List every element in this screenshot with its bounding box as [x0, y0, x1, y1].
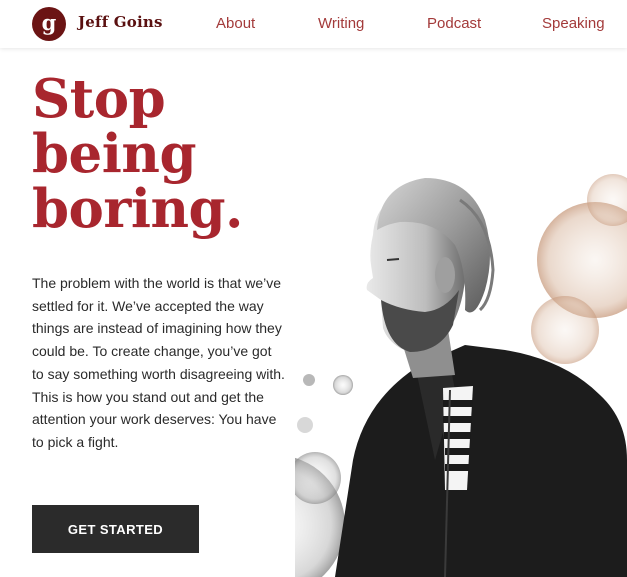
headline-line-2: being: [32, 123, 197, 185]
nav-about[interactable]: About: [216, 15, 255, 32]
hero-body-text: The problem with the world is that we’ve…: [32, 275, 285, 450]
headline-line-3: boring.: [32, 178, 244, 240]
hero-headline: Stop being boring.: [32, 72, 332, 237]
nav-speaking[interactable]: Speaking: [542, 15, 605, 32]
get-started-button[interactable]: GET STARTED: [32, 505, 199, 553]
site-header: g Jeff Goins About Writing Podcast Speak…: [0, 0, 627, 48]
headline-line-1: Stop: [32, 68, 166, 130]
nav-writing[interactable]: Writing: [318, 15, 364, 32]
logo-letter: g: [41, 10, 57, 35]
nav-podcast[interactable]: Podcast: [427, 15, 481, 32]
hero-portrait-image: [295, 160, 627, 577]
brand-name[interactable]: Jeff Goins: [78, 13, 163, 31]
logo-icon[interactable]: g: [32, 7, 66, 41]
